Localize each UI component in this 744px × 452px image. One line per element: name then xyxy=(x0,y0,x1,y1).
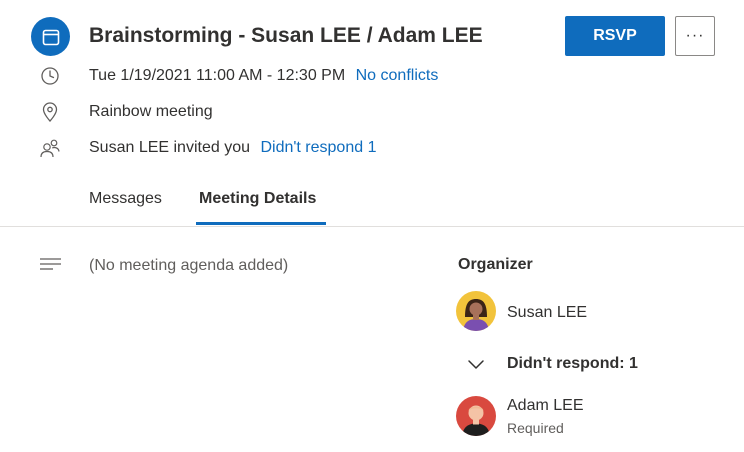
active-tab-indicator xyxy=(196,222,326,225)
event-title: Brainstorming - Susan LEE / Adam LEE xyxy=(89,24,483,47)
avatar[interactable] xyxy=(456,291,496,331)
people-icon xyxy=(38,136,62,160)
text-lines-icon xyxy=(39,256,63,272)
tab-messages[interactable]: Messages xyxy=(89,190,162,208)
tab-meeting-details[interactable]: Meeting Details xyxy=(199,190,316,208)
conflicts-link[interactable]: No conflicts xyxy=(356,67,439,84)
no-response-heading[interactable]: Didn't respond: 1 xyxy=(507,355,638,373)
location-pin-icon xyxy=(38,100,62,124)
organizer-heading: Organizer xyxy=(458,256,533,273)
invite-row: Susan LEE invited you Didn't respond 1 xyxy=(89,139,376,157)
agenda-text: (No meeting agenda added) xyxy=(89,257,289,274)
divider xyxy=(0,226,744,227)
responses-link[interactable]: Didn't respond 1 xyxy=(260,139,376,156)
more-options-icon: ··· xyxy=(685,27,705,44)
calendar-icon xyxy=(31,17,70,56)
attendee-role: Required xyxy=(507,420,564,436)
avatar[interactable] xyxy=(456,396,496,436)
clock-icon xyxy=(38,64,62,88)
chevron-down-icon[interactable] xyxy=(466,356,486,374)
invited-by-text: Susan LEE invited you xyxy=(89,139,250,156)
time-row: Tue 1/19/2021 11:00 AM - 12:30 PM No con… xyxy=(89,67,438,85)
event-location: Rainbow meeting xyxy=(89,103,213,120)
more-options-button[interactable]: ··· xyxy=(675,16,715,56)
attendee-name: Adam LEE xyxy=(507,397,584,414)
rsvp-button[interactable]: RSVP xyxy=(565,16,665,56)
event-time: Tue 1/19/2021 11:00 AM - 12:30 PM xyxy=(89,67,346,84)
organizer-name: Susan LEE xyxy=(507,304,588,321)
